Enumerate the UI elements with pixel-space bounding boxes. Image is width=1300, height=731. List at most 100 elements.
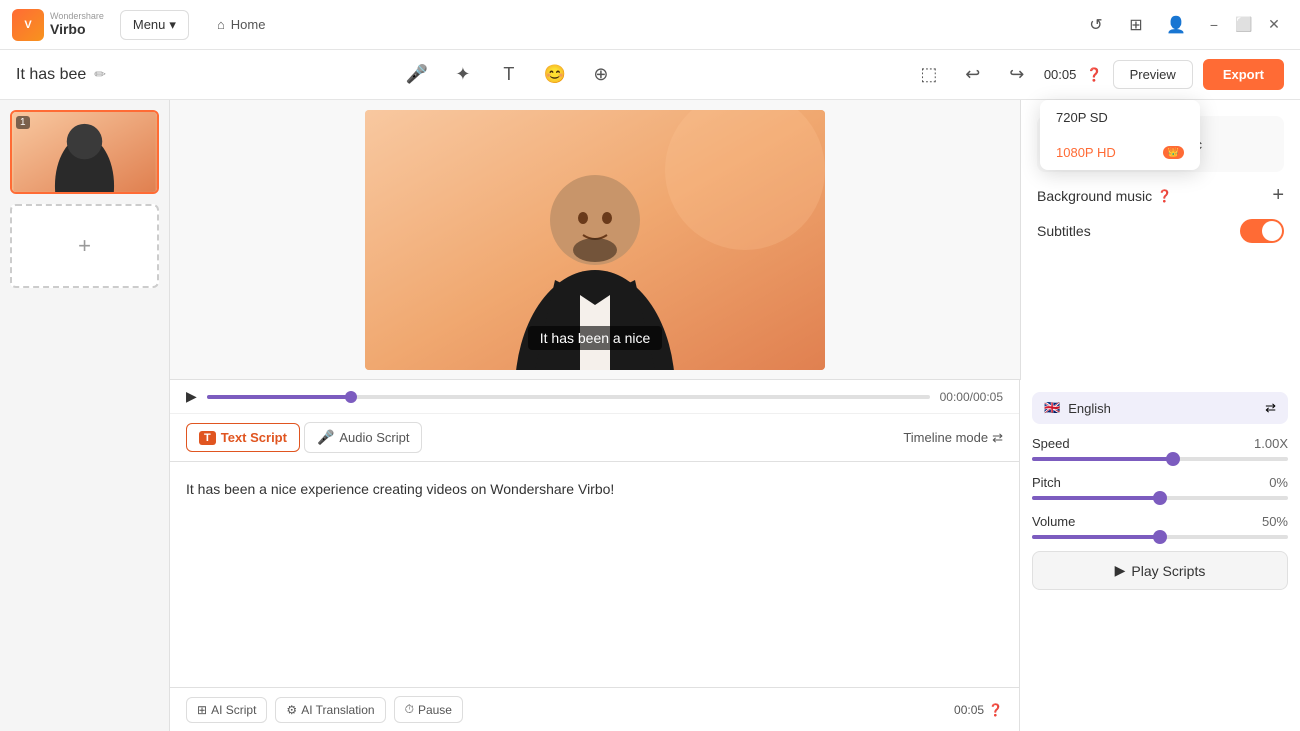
redo-button[interactable]: ↪ <box>1000 58 1034 92</box>
volume-label: Volume <box>1032 514 1075 529</box>
pitch-value: 0% <box>1269 475 1288 490</box>
language-label: English <box>1068 401 1111 416</box>
volume-track[interactable] <box>1032 535 1288 539</box>
help-duration-icon: ❓ <box>988 703 1003 717</box>
video-area: It has been a nice <box>170 100 1020 380</box>
pitch-label: Pitch <box>1032 475 1061 490</box>
help-icon: ❓ <box>1086 67 1102 83</box>
script-panel: ▶ 00:00/00:05 T Text Script <box>170 380 1020 731</box>
dropdown-1080p-option[interactable]: 1080P HD 👑 <box>1040 135 1200 170</box>
time-counter: 00:00/00:05 <box>940 390 1003 404</box>
minimize-button[interactable]: − <box>1200 11 1228 39</box>
ai-translation-button[interactable]: ⚙ AI Translation <box>275 697 385 723</box>
flag-icon: 🇬🇧 <box>1044 400 1060 416</box>
home-label: Home <box>231 17 266 32</box>
bg-music-row: Background music ❓ + <box>1037 184 1284 207</box>
pitch-slider-row: Pitch 0% <box>1032 475 1288 500</box>
volume-thumb[interactable] <box>1153 530 1167 544</box>
title-bar-right: ↺ ⊞ 👤 − ⬜ ✕ <box>1080 9 1288 41</box>
maximize-button[interactable]: ⬜ <box>1230 11 1258 39</box>
logo-area: V Wondershare Virbo <box>12 9 104 41</box>
play-scripts-button[interactable]: ▶ Play Scripts <box>1032 551 1288 590</box>
app-logo: V <box>12 9 44 41</box>
subtitles-toggle[interactable] <box>1240 219 1284 243</box>
add-music-button[interactable]: + <box>1272 184 1284 207</box>
speed-value: 1.00X <box>1254 436 1288 451</box>
voice-settings-panel: 🇬🇧 English ⇄ Speed 1.00X <box>1020 380 1300 731</box>
undo-button[interactable]: ↩ <box>956 58 990 92</box>
sliders-group: Speed 1.00X Pitch 0% <box>1032 436 1288 539</box>
timeline-track[interactable] <box>207 395 930 399</box>
text-toolbar-button[interactable]: T <box>492 58 526 92</box>
speed-track[interactable] <box>1032 457 1288 461</box>
bottom-action-buttons: ⊞ AI Script ⚙ AI Translation ⏱ Pause <box>186 696 463 723</box>
duration-info: 00:05 ❓ <box>954 703 1003 717</box>
timeline-thumb[interactable] <box>345 391 357 403</box>
pitch-track[interactable] <box>1032 496 1288 500</box>
script-tabs: T Text Script 🎤 Audio Script Timeline mo… <box>170 414 1019 462</box>
timeline-progress <box>207 395 352 399</box>
text-icon: T <box>199 431 216 445</box>
speed-fill <box>1032 457 1173 461</box>
dropdown-720p-option[interactable]: 720P SD <box>1040 100 1200 135</box>
menu-label: Menu <box>133 17 166 32</box>
speed-thumb[interactable] <box>1166 452 1180 466</box>
close-button[interactable]: ✕ <box>1260 11 1288 39</box>
play-button[interactable]: ▶ <box>186 388 197 405</box>
preview-button[interactable]: Preview <box>1113 60 1193 89</box>
ai-script-button[interactable]: ⊞ AI Script <box>186 697 267 723</box>
add-toolbar-button[interactable]: ⊕ <box>584 58 618 92</box>
translate-icon: ⚙ <box>286 703 297 717</box>
pause-button[interactable]: ⏱ Pause <box>394 696 463 723</box>
audio-script-tab[interactable]: 🎤 Audio Script <box>304 422 423 453</box>
edit-title-button[interactable]: ✏ <box>94 66 106 83</box>
account-icon-button[interactable]: 👤 <box>1160 9 1192 41</box>
history-icon-button[interactable]: ↺ <box>1080 9 1112 41</box>
text-script-tab[interactable]: T Text Script <box>186 423 300 452</box>
playback-bar: ▶ 00:00/00:05 <box>170 380 1019 414</box>
script-text-area[interactable]: It has been a nice experience creating v… <box>170 462 1019 687</box>
slide-number: 1 <box>16 116 30 129</box>
bg-music-label: Background music ❓ <box>1037 188 1172 204</box>
pitch-thumb[interactable] <box>1153 491 1167 505</box>
grid-icon-button[interactable]: ⊞ <box>1120 9 1152 41</box>
slide-preview-image <box>12 112 157 192</box>
hd-badge: 👑 <box>1163 146 1184 159</box>
effects-toolbar-button[interactable]: ✦ <box>446 58 480 92</box>
pitch-header: Pitch 0% <box>1032 475 1288 490</box>
add-slide-button[interactable]: + <box>10 204 159 288</box>
microphone-toolbar-button[interactable]: 🎤 <box>400 58 434 92</box>
swap-icon: ⇄ <box>1265 400 1276 416</box>
bottom-area: ▶ 00:00/00:05 T Text Script <box>170 380 1300 731</box>
subtitles-row: Subtitles <box>1037 219 1284 243</box>
volume-header: Volume 50% <box>1032 514 1288 529</box>
play-scripts-label: Play Scripts <box>1131 563 1205 579</box>
timeline-mode-button[interactable]: Timeline mode ⇄ <box>903 430 1003 446</box>
video-subtitle: It has been a nice <box>528 326 663 350</box>
main-layout: 1 + <box>0 100 1300 731</box>
pitch-fill <box>1032 496 1160 500</box>
tabs-left: T Text Script 🎤 Audio Script <box>186 422 422 453</box>
toolbar: 🎤 ✦ T 😊 ⊕ <box>400 58 618 92</box>
pause-icon: ⏱ <box>405 702 414 717</box>
switch-icon: ⇄ <box>992 430 1003 446</box>
duration-display: 00:05 <box>1044 67 1077 82</box>
sticker-toolbar-button[interactable]: 😊 <box>538 58 572 92</box>
sub-header: It has bee ✏ 🎤 ✦ T 😊 ⊕ ⬚ ↩ ↪ 00:05 ❓ Pre… <box>0 50 1300 100</box>
speed-header: Speed 1.00X <box>1032 436 1288 451</box>
play-scripts-icon: ▶ <box>1115 562 1126 579</box>
sub-header-right: ⬚ ↩ ↪ 00:05 ❓ Preview Export <box>912 58 1284 92</box>
home-icon: ⌂ <box>217 17 225 32</box>
export-dropdown: 720P SD 1080P HD 👑 <box>1040 100 1200 170</box>
sub-header-left: It has bee ✏ <box>16 66 106 84</box>
title-bar: V Wondershare Virbo Menu ▾ ⌂ Home ↺ ⊞ 👤 … <box>0 0 1300 50</box>
menu-button[interactable]: Menu ▾ <box>120 10 189 40</box>
title-bar-left: V Wondershare Virbo Menu ▾ ⌂ Home <box>12 9 277 41</box>
fullscreen-button[interactable]: ⬚ <box>912 58 946 92</box>
export-button[interactable]: Export <box>1203 59 1284 90</box>
home-button[interactable]: ⌂ Home <box>205 11 278 38</box>
slide-1-thumbnail[interactable]: 1 <box>10 110 159 194</box>
volume-fill <box>1032 535 1160 539</box>
script-bottom-bar: ⊞ AI Script ⚙ AI Translation ⏱ Pause <box>170 687 1019 731</box>
language-selector[interactable]: 🇬🇧 English ⇄ <box>1032 392 1288 424</box>
